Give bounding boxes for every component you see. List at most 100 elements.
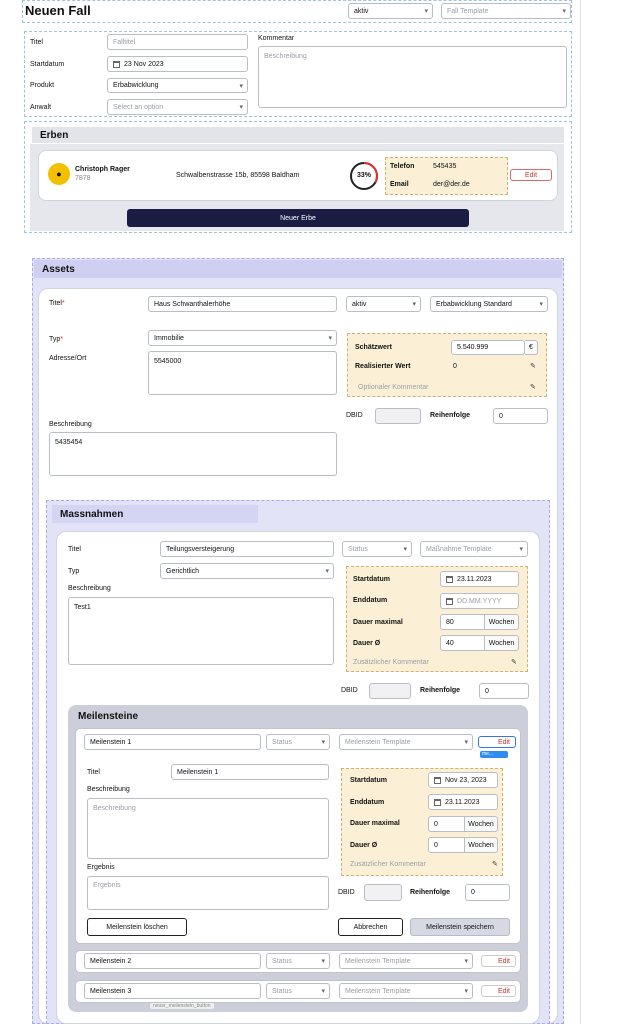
ms-end-date[interactable]: 23.11.2023 xyxy=(428,794,498,810)
m-typ-label: Typ xyxy=(68,568,80,575)
pencil-icon[interactable]: ✎ xyxy=(492,860,498,868)
ms-beschreibung-textarea[interactable]: Beschreibung xyxy=(87,798,329,859)
start-label: Startdatum xyxy=(30,61,65,68)
erbe-id: 7878 xyxy=(75,175,91,182)
massnahme-end-placeholder: DD.MM.YYYY xyxy=(457,597,502,605)
m-beschreibung-label: Beschreibung xyxy=(68,585,111,592)
ms-reihenfolge-input[interactable]: 0 xyxy=(465,884,510,901)
massnahme-beschreibung-textarea[interactable]: Test1 xyxy=(68,597,334,665)
ms-titel-label: Titel xyxy=(87,769,100,776)
wochen-unit: Wochen xyxy=(485,614,519,630)
ms-dauer-avg-input[interactable]: 0 xyxy=(428,837,465,853)
ms-kommentar-placeholder[interactable]: Zusätzlicher Kommentar xyxy=(350,861,426,868)
m-titel-label: Titel xyxy=(68,546,81,553)
asset-status-select[interactable]: aktiv xyxy=(346,296,421,312)
ms-ergebnis-label: Ergebnis xyxy=(87,864,115,871)
ms-delete-button[interactable]: Meilenstein löschen xyxy=(87,918,187,936)
ms-reihenfolge-label: Reihenfolge xyxy=(410,889,451,896)
massnahmen-title: Massnahmen xyxy=(52,505,258,523)
ms-title-input[interactable]: Meilenstein 1 xyxy=(171,764,329,780)
massnahme-status-select[interactable]: Status xyxy=(342,541,412,557)
adresse-label: Adresse/Ort xyxy=(49,355,87,362)
new-meilenstein-button-tag[interactable]: neuer_meilenstein_button xyxy=(150,1003,214,1009)
new-erbe-button[interactable]: Neuer Erbe xyxy=(127,209,469,227)
asset-beschreibung-textarea[interactable]: 5435454 xyxy=(49,432,337,476)
massnahme-template-select[interactable]: Maßnahme Template xyxy=(420,541,528,557)
ms-end-label: Enddatum xyxy=(350,799,385,806)
schaetzwert-input[interactable]: 5.540.999 xyxy=(451,340,525,355)
meilenstein-edit-button[interactable]: Edit xyxy=(478,736,516,748)
erbe-address: Schwalbenstrasse 15b, 85598 Baldham xyxy=(176,172,300,179)
erbe-edit-button[interactable]: Edit xyxy=(510,169,552,181)
asset-kommentar-placeholder[interactable]: Optionaler Kommentar xyxy=(358,384,428,391)
ms-end-value: 23.11.2023 xyxy=(445,798,480,806)
email-value: der@der.de xyxy=(433,181,470,188)
ms-dauer-max-input[interactable]: 0 xyxy=(428,816,465,832)
typ-select[interactable]: Immobilie xyxy=(148,330,337,346)
m-end-label: Enddatum xyxy=(353,597,388,604)
m-dauer-avg-label: Dauer Ø xyxy=(353,640,381,647)
wochen-unit: Wochen xyxy=(465,816,498,832)
massnahme-dauer-avg-input[interactable]: 40 xyxy=(440,635,485,651)
meilenstein-edit-button[interactable]: Edit xyxy=(481,985,516,997)
kommentar-label: Kommentar xyxy=(258,35,295,42)
pencil-icon[interactable]: ✎ xyxy=(511,658,517,666)
right-divider xyxy=(580,0,581,1024)
meilenstein-status-select[interactable]: Status xyxy=(266,734,330,750)
massnahme-reihenfolge-input[interactable]: 0 xyxy=(479,683,529,699)
telefon-value: 545435 xyxy=(433,163,457,170)
massnahme-title-input[interactable]: Teilungsversteigerung xyxy=(160,541,334,557)
meilenstein-row-name[interactable]: Meilenstein 3 xyxy=(84,983,261,999)
produkt-select[interactable]: Erbabwicklung xyxy=(107,78,248,93)
telefon-label: Telefon xyxy=(390,163,415,170)
m-dauer-max-label: Dauer maximal xyxy=(353,619,403,626)
calendar-icon xyxy=(446,575,453,583)
ms-save-button[interactable]: Meilenstein speichern xyxy=(410,918,510,936)
ms-start-label: Startdatum xyxy=(350,777,387,784)
ms-ergebnis-textarea[interactable]: Ergebnis xyxy=(87,876,329,910)
assets-title: Assets xyxy=(34,260,562,278)
asset-reihenfolge-label: Reihenfolge xyxy=(430,412,471,419)
massnahme-typ-select[interactable]: Gerichtlich xyxy=(160,563,334,579)
calendar-icon xyxy=(113,60,120,68)
typ-label: Typ* xyxy=(49,336,64,343)
kommentar-textarea[interactable]: Beschreibung xyxy=(258,46,567,108)
massnahme-dauer-max-input[interactable]: 80 xyxy=(440,614,485,630)
pencil-icon[interactable]: ✎ xyxy=(530,362,536,370)
meilenstein-status-select[interactable]: Status xyxy=(266,953,330,969)
ms-dauer-max-label: Dauer maximal xyxy=(350,820,400,827)
schaetzwert-label: Schätzwert xyxy=(355,344,392,351)
massnahme-kommentar-placeholder[interactable]: Zusätzlicher Kommentar xyxy=(353,659,429,666)
case-template-select[interactable]: Fall Template xyxy=(441,3,571,19)
meilenstein-template-select[interactable]: Meilenstein Template xyxy=(339,734,473,750)
asset-reihenfolge-input[interactable]: 0 xyxy=(493,408,548,424)
avatar: ● xyxy=(48,163,70,185)
ms-start-value: Nov 23, 2023 xyxy=(445,776,487,784)
ms-start-date[interactable]: Nov 23, 2023 xyxy=(428,772,498,788)
erben-title: Erben xyxy=(32,127,564,143)
ms-dbid-label: DBID xyxy=(338,889,355,896)
meilenstein-row-name[interactable]: Meilenstein 1 xyxy=(84,734,261,750)
ms-cancel-button[interactable]: Abbrechen xyxy=(338,918,403,936)
case-start-date[interactable]: 23 Nov 2023 xyxy=(107,56,248,72)
ms-dauer-avg-label: Dauer Ø xyxy=(350,842,378,849)
meilenstein-row-name[interactable]: Meilenstein 2 xyxy=(84,953,261,969)
m-reihenfolge-label: Reihenfolge xyxy=(420,687,461,694)
asset-template-select[interactable]: Erbabwicklung Standard xyxy=(430,296,548,312)
massnahme-end-date[interactable]: DD.MM.YYYY xyxy=(440,593,519,609)
asset-title-input[interactable]: Haus Schwanthalerhöhe xyxy=(148,296,337,312)
adresse-textarea[interactable]: 5545000 xyxy=(148,351,337,395)
calendar-icon xyxy=(446,597,453,605)
pencil-icon[interactable]: ✎ xyxy=(530,383,536,391)
meilenstein-edit-button[interactable]: Edit xyxy=(481,955,516,967)
anwalt-label: Anwalt xyxy=(30,104,52,111)
anwalt-select[interactable]: Select an option xyxy=(107,99,248,115)
case-title-input[interactable]: Falltitel xyxy=(107,34,248,50)
massnahme-start-date[interactable]: 23.11.2023 xyxy=(440,571,519,587)
ms-dbid-input xyxy=(364,884,402,901)
case-status-select[interactable]: aktiv xyxy=(348,3,433,19)
meilenstein-template-select[interactable]: Meilenstein Template xyxy=(339,983,473,999)
meilensteine-title: Meilensteine xyxy=(70,708,526,724)
meilenstein-template-select[interactable]: Meilenstein Template xyxy=(339,953,473,969)
meilenstein-status-select[interactable]: Status xyxy=(266,983,330,999)
